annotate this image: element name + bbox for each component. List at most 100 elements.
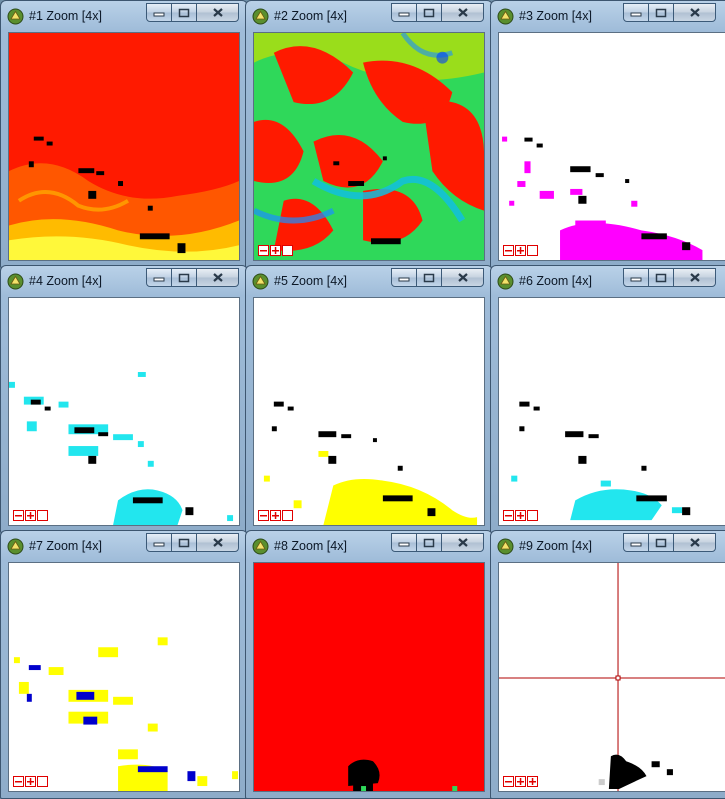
zoom-window-3[interactable]: #3 Zoom [4x] [490,0,725,268]
zoom-controls [258,245,294,256]
zoom-reset-button[interactable] [282,245,293,256]
zoom-window-1[interactable]: #1 Zoom [4x] [0,0,248,268]
zoom-controls [13,776,49,787]
zoom-app-icon[interactable] [7,8,24,25]
minimize-button[interactable] [623,533,649,552]
zoom-canvas[interactable] [253,562,485,792]
minimize-button[interactable] [623,3,649,22]
zoom-canvas[interactable] [498,562,725,792]
zoom-canvas[interactable] [498,32,725,261]
maximize-button[interactable] [416,268,442,287]
zoom-app-icon[interactable] [497,538,514,555]
minimize-button[interactable] [146,268,172,287]
zoom-window-4[interactable]: #4 Zoom [4x] [0,265,248,533]
zoom-reset-icon [529,778,536,785]
close-button[interactable] [441,533,484,552]
zoom-out-button[interactable] [13,510,24,521]
maximize-icon [423,273,435,282]
zoom-window-7[interactable]: #7 Zoom [4x] [0,530,248,799]
minimize-button[interactable] [623,268,649,287]
zoom-reset-button[interactable] [37,776,48,787]
close-button[interactable] [673,268,716,287]
close-button[interactable] [196,533,239,552]
close-button[interactable] [196,268,239,287]
zoom-app-icon[interactable] [252,273,269,290]
minimize-button[interactable] [146,533,172,552]
close-button[interactable] [441,268,484,287]
close-icon [689,273,700,282]
zoom-reset-button[interactable] [527,776,538,787]
zoom-canvas[interactable] [8,32,240,261]
zoom-in-button[interactable] [25,776,36,787]
maximize-icon [178,538,190,547]
zoom-canvas[interactable] [498,297,725,526]
window-titlebar[interactable]: #2 Zoom [4x] [246,1,492,31]
minimize-icon [153,542,165,546]
zoom-reset-button[interactable] [527,510,538,521]
zoom-out-button[interactable] [258,245,269,256]
zoom-window-6[interactable]: #6 Zoom [4x] [490,265,725,533]
zoom-reset-button[interactable] [282,510,293,521]
zoom-out-button[interactable] [258,510,269,521]
window-titlebar[interactable]: #5 Zoom [4x] [246,266,492,296]
zoom-in-button[interactable] [270,510,281,521]
maximize-button[interactable] [416,3,442,22]
zoom-in-button[interactable] [515,510,526,521]
zoom-out-button[interactable] [503,776,514,787]
zoom-reset-button[interactable] [527,245,538,256]
zoom-canvas[interactable] [8,562,240,792]
zoom-in-button[interactable] [515,776,526,787]
window-titlebar[interactable]: #8 Zoom [4x] [246,531,492,561]
minimize-icon [153,277,165,281]
zoom-canvas[interactable] [253,32,485,261]
zoom-app-icon[interactable] [7,538,24,555]
zoom-canvas[interactable] [8,297,240,526]
maximize-button[interactable] [648,268,674,287]
close-button[interactable] [673,533,716,552]
zoom-window-8[interactable]: #8 Zoom [4x] [245,530,493,799]
zoom-app-icon[interactable] [497,273,514,290]
close-button[interactable] [196,3,239,22]
zoom-out-button[interactable] [503,510,514,521]
window-titlebar[interactable]: #3 Zoom [4x] [491,1,725,31]
zoom-in-button[interactable] [515,245,526,256]
maximize-button[interactable] [171,3,197,22]
maximize-button[interactable] [648,533,674,552]
window-titlebar[interactable]: #9 Zoom [4x] [491,531,725,561]
minimize-button[interactable] [146,3,172,22]
window-title: #4 Zoom [4x] [29,274,102,288]
maximize-button[interactable] [648,3,674,22]
maximize-button[interactable] [416,533,442,552]
zoom-out-button[interactable] [503,245,514,256]
zoom-reset-icon [283,511,292,520]
zoom-in-button[interactable] [25,510,36,521]
maximize-button[interactable] [171,268,197,287]
window-titlebar[interactable]: #4 Zoom [4x] [1,266,247,296]
zoom-window-5[interactable]: #5 Zoom [4x] [245,265,493,533]
minimize-button[interactable] [391,3,417,22]
window-titlebar[interactable]: #1 Zoom [4x] [1,1,247,31]
zoom-app-icon[interactable] [252,538,269,555]
zoom-in-icon [272,512,279,519]
zoom-app-icon[interactable] [7,273,24,290]
minimize-button[interactable] [391,268,417,287]
zoom-canvas[interactable] [253,297,485,526]
maximize-button[interactable] [171,533,197,552]
zoom-app-icon[interactable] [252,8,269,25]
zoom-app-icon[interactable] [497,8,514,25]
zoom-in-button[interactable] [270,245,281,256]
zoom-out-button[interactable] [13,776,24,787]
zoom-image [254,563,484,791]
close-button[interactable] [673,3,716,22]
close-button[interactable] [441,3,484,22]
zoom-image [254,298,484,525]
zoom-reset-button[interactable] [37,510,48,521]
minimize-button[interactable] [391,533,417,552]
zoom-window-2[interactable]: #2 Zoom [4x] [245,0,493,268]
close-icon [212,8,223,17]
zoom-reset-icon [283,246,292,255]
zoom-window-9[interactable]: #9 Zoom [4x] [490,530,725,799]
window-title: #1 Zoom [4x] [29,9,102,23]
window-titlebar[interactable]: #6 Zoom [4x] [491,266,725,296]
window-titlebar[interactable]: #7 Zoom [4x] [1,531,247,561]
